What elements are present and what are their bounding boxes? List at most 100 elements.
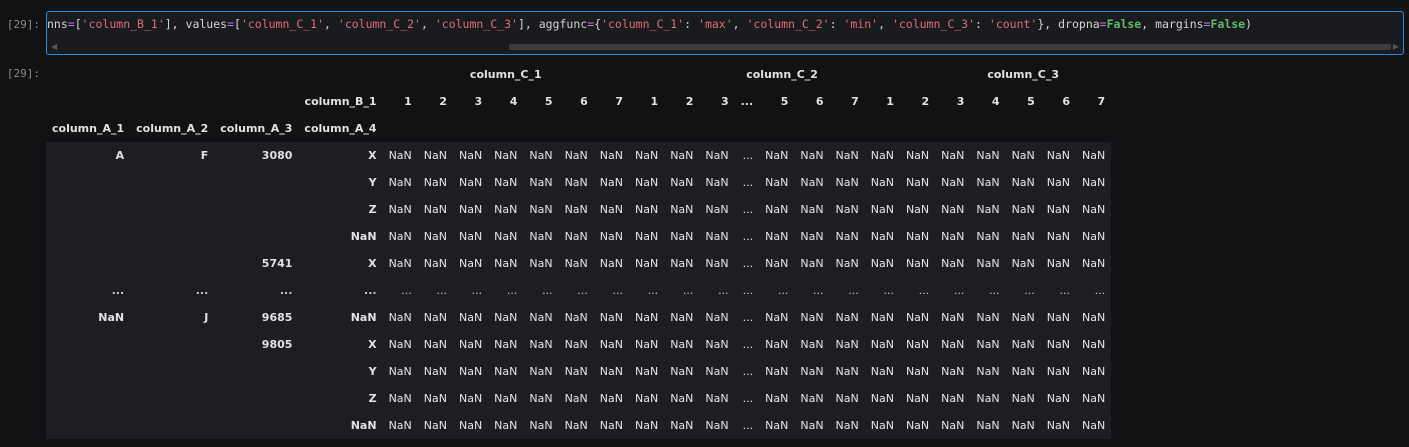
column-header: 5 xyxy=(544,95,553,108)
value-cell: NaN xyxy=(458,257,483,270)
header-spacer xyxy=(383,115,418,142)
value-cell: NaN xyxy=(670,392,694,405)
value-cell: NaN xyxy=(670,338,694,351)
value-cell: NaN xyxy=(1081,203,1106,216)
ellipsis-cell: ... xyxy=(989,284,1000,297)
column-header: 6 xyxy=(815,95,824,108)
ellipsis-cell: ... xyxy=(401,284,412,297)
row-index-cell xyxy=(214,385,298,412)
value-cell: NaN xyxy=(494,392,518,405)
value-cell: NaN xyxy=(529,149,553,162)
column-header: 5 xyxy=(1027,95,1035,108)
value-cell: NaN xyxy=(870,176,894,189)
value-cell: NaN xyxy=(564,176,588,189)
header-spacer xyxy=(900,115,935,142)
value-cell: NaN xyxy=(905,149,930,162)
value-cell: NaN xyxy=(529,257,553,270)
value-cell: NaN xyxy=(388,311,412,324)
value-cell: NaN xyxy=(765,338,789,351)
value-cell: NaN xyxy=(599,149,623,162)
ellipsis-cell: ... xyxy=(813,284,824,297)
value-cell: NaN xyxy=(905,203,930,216)
row-index-cell xyxy=(214,412,298,439)
column-group-header xyxy=(629,61,735,88)
column-header: 3 xyxy=(720,95,729,108)
value-cell: NaN xyxy=(599,338,623,351)
input-prompt: [29]: xyxy=(6,18,40,31)
value-cell: NaN xyxy=(423,419,447,432)
value-cell: NaN xyxy=(388,176,412,189)
ellipsis-cell: ... xyxy=(1094,284,1106,297)
value-cell: NaN xyxy=(941,176,965,189)
row-index-cell xyxy=(46,250,130,277)
value-cell: NaN xyxy=(976,419,1000,432)
value-cell: NaN xyxy=(1011,230,1035,243)
header-spacer xyxy=(46,88,130,115)
value-cell: NaN xyxy=(634,338,659,351)
scroll-left-icon[interactable]: ◀ xyxy=(51,42,57,52)
column-header: 5 xyxy=(780,95,789,108)
ellipsis-cell: ... xyxy=(742,419,754,432)
value-cell: NaN xyxy=(529,311,553,324)
ellipsis-cell: ... xyxy=(718,284,729,297)
column-group-header: column_C_1 xyxy=(469,68,542,81)
value-cell: NaN xyxy=(564,419,588,432)
value-cell: NaN xyxy=(976,311,1000,324)
code-token: nns xyxy=(47,17,68,31)
row-index-cell xyxy=(130,385,214,412)
row-index-cell xyxy=(46,196,130,223)
value-cell: NaN xyxy=(905,365,930,378)
header-spacer xyxy=(418,115,453,142)
header-spacer xyxy=(130,88,214,115)
value-cell: NaN xyxy=(1011,149,1035,162)
row-index-cell: NaN xyxy=(350,419,377,432)
value-cell: NaN xyxy=(458,149,483,162)
code-token: = xyxy=(1099,17,1107,31)
ellipsis-cell: ... xyxy=(742,392,754,405)
value-cell: NaN xyxy=(423,230,447,243)
column-group-header xyxy=(830,61,971,88)
code-token: 'column_C_2' xyxy=(746,17,830,31)
value-cell: NaN xyxy=(670,149,694,162)
column-header: 2 xyxy=(921,95,930,108)
value-cell: NaN xyxy=(765,203,789,216)
value-cell: NaN xyxy=(458,419,483,432)
code-token: ], values xyxy=(164,17,228,31)
value-cell: NaN xyxy=(494,311,518,324)
ellipsis-cell: ... xyxy=(1024,284,1035,297)
value-cell: NaN xyxy=(564,365,588,378)
ellipsis-cell: ... xyxy=(918,284,930,297)
ellipsis-cell: ... xyxy=(742,257,754,270)
value-cell: NaN xyxy=(1081,230,1106,243)
scrollbar-thumb[interactable] xyxy=(509,44,1391,50)
value-cell: NaN xyxy=(941,149,965,162)
code-token: = xyxy=(67,17,75,31)
value-cell: NaN xyxy=(976,149,1000,162)
value-cell: NaN xyxy=(1011,311,1035,324)
value-cell: NaN xyxy=(670,230,694,243)
ellipsis-cell: ... xyxy=(883,284,894,297)
code-line[interactable]: nns=['column_B_1'], values=['column_C_1'… xyxy=(47,17,1252,31)
code-cell-input[interactable]: nns=['column_B_1'], values=['column_C_1'… xyxy=(46,11,1404,55)
code-token: : xyxy=(684,17,699,31)
value-cell: NaN xyxy=(835,311,859,324)
scroll-right-icon[interactable]: ▶ xyxy=(1393,42,1399,52)
row-index-cell xyxy=(130,196,214,223)
value-cell: NaN xyxy=(599,176,623,189)
value-cell: NaN xyxy=(870,392,894,405)
value-cell: NaN xyxy=(765,176,789,189)
row-index-cell: 9805 xyxy=(261,338,293,351)
value-cell: NaN xyxy=(458,176,483,189)
value-cell: NaN xyxy=(564,230,588,243)
value-cell: NaN xyxy=(423,149,447,162)
row-index-cell xyxy=(214,196,298,223)
value-cell: NaN xyxy=(634,419,659,432)
value-cell: NaN xyxy=(458,338,483,351)
code-token: 'column_C_1' xyxy=(240,17,325,31)
horizontal-scrollbar[interactable]: ◀ ▶ xyxy=(47,42,1403,52)
value-cell: NaN xyxy=(458,311,483,324)
value-cell: NaN xyxy=(705,149,729,162)
column-header: 1 xyxy=(404,95,412,108)
value-cell: NaN xyxy=(870,257,894,270)
value-cell: NaN xyxy=(905,257,930,270)
